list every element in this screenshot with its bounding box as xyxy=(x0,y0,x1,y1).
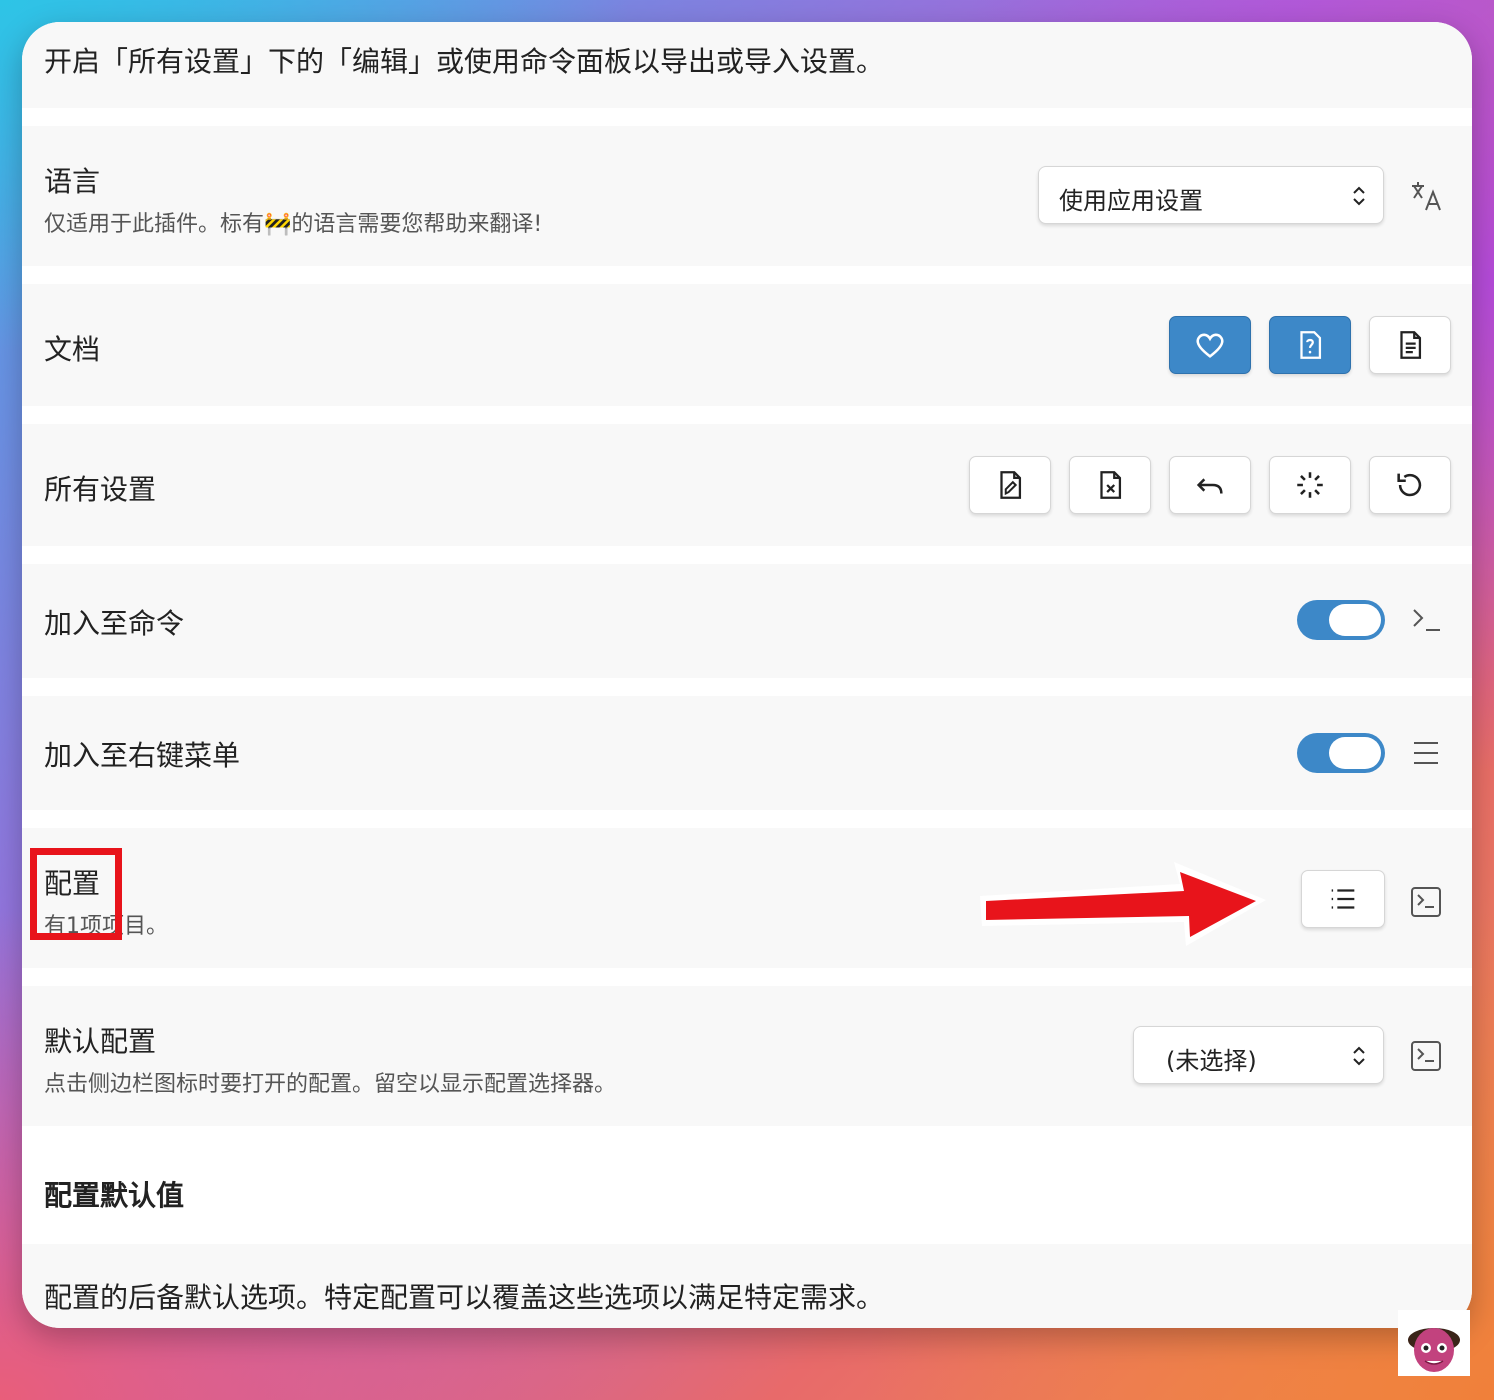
terminal-icon[interactable] xyxy=(1408,602,1444,638)
document-icon xyxy=(1400,331,1422,359)
intro-row: 开启「所有设置」下的「编辑」或使用命令面板以导出或导入设置。 xyxy=(22,22,1472,108)
default-profile-desc: 点击侧边栏图标时要打开的配置。留空以显示配置选择器。 xyxy=(44,1072,617,1097)
language-desc: 仅适用于此插件。标有🚧的语言需要您帮助来翻译! xyxy=(44,212,543,237)
reset-icon xyxy=(1397,473,1422,497)
edit-settings-button[interactable] xyxy=(969,456,1051,514)
add-command-title: 加入至命令 xyxy=(44,607,185,640)
user-avatar xyxy=(1398,1310,1470,1376)
add-context-menu-title: 加入至右键菜单 xyxy=(44,739,241,772)
language-select[interactable]: 使用应用设置 xyxy=(1038,166,1384,224)
terminal-square-icon[interactable] xyxy=(1408,1038,1444,1074)
toggle-knob xyxy=(1329,604,1381,636)
all-settings-title: 所有设置 xyxy=(44,473,157,506)
memoji-avatar-icon xyxy=(1408,1328,1460,1372)
help-file-icon xyxy=(1300,331,1322,359)
default-profile-select-value: (未选择) xyxy=(1166,1047,1257,1075)
profiles-list-button[interactable] xyxy=(1301,870,1385,928)
language-setting: 语言 仅适用于此插件。标有🚧的语言需要您帮助来翻译! 使用应用设置 xyxy=(22,126,1472,266)
document-button[interactable] xyxy=(1369,316,1451,374)
profile-defaults-heading: 配置默认值 xyxy=(44,1179,185,1212)
heart-button[interactable] xyxy=(1169,316,1251,374)
delete-settings-button[interactable] xyxy=(1069,456,1151,514)
language-select-value: 使用应用设置 xyxy=(1059,187,1203,215)
menu-icon[interactable] xyxy=(1408,735,1444,771)
loader-button[interactable] xyxy=(1269,456,1351,514)
edit-file-icon xyxy=(1000,471,1022,499)
heart-icon xyxy=(1196,333,1224,358)
default-profile-select[interactable]: (未选择) xyxy=(1133,1026,1384,1084)
list-icon xyxy=(1331,889,1355,909)
add-context-menu-setting: 加入至右键菜单 xyxy=(22,696,1472,810)
chevron-updown-icon xyxy=(1353,1046,1365,1066)
intro-text: 开启「所有设置」下的「编辑」或使用命令面板以导出或导入设置。 xyxy=(44,45,885,78)
toggle-knob xyxy=(1329,737,1381,769)
reset-button[interactable] xyxy=(1369,456,1451,514)
highlight-annotation xyxy=(30,848,122,940)
undo-button[interactable] xyxy=(1169,456,1251,514)
add-command-setting: 加入至命令 xyxy=(22,564,1472,678)
undo-icon xyxy=(1196,478,1223,494)
profile-defaults-desc-row: 配置的后备默认选项。特定配置可以覆盖这些选项以满足特定需求。 xyxy=(22,1244,1472,1328)
docs-title: 文档 xyxy=(44,333,101,366)
help-button[interactable] xyxy=(1269,316,1351,374)
language-title: 语言 xyxy=(44,165,101,198)
all-settings-setting: 所有设置 xyxy=(22,424,1472,546)
docs-setting: 文档 xyxy=(22,284,1472,406)
profile-defaults-desc: 配置的后备默认选项。特定配置可以覆盖这些选项以满足特定需求。 xyxy=(44,1281,885,1314)
loader-icon xyxy=(1297,472,1323,498)
arrow-annotation xyxy=(980,862,1266,946)
default-profile-title: 默认配置 xyxy=(44,1025,157,1058)
chevron-updown-icon xyxy=(1353,186,1365,206)
settings-window: 开启「所有设置」下的「编辑」或使用命令面板以导出或导入设置。 语言 仅适用于此插… xyxy=(22,22,1472,1328)
add-context-menu-toggle[interactable] xyxy=(1297,733,1385,773)
default-profile-setting: 默认配置 点击侧边栏图标时要打开的配置。留空以显示配置选择器。 (未选择) xyxy=(22,986,1472,1126)
delete-file-icon xyxy=(1100,471,1122,499)
translate-icon[interactable] xyxy=(1408,178,1444,214)
add-command-toggle[interactable] xyxy=(1297,600,1385,640)
terminal-square-icon[interactable] xyxy=(1408,884,1444,920)
